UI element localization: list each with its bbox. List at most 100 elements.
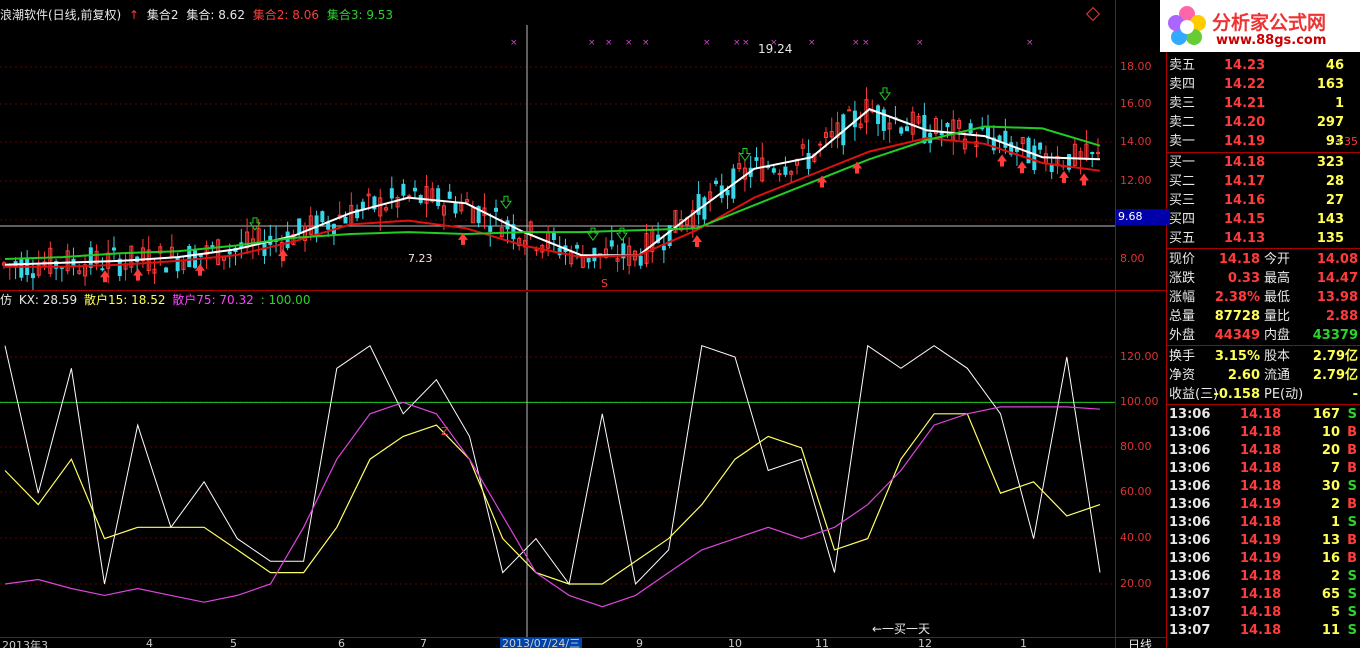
orderbook-row[interactable]: 买三 14.16 27	[1168, 191, 1360, 210]
stat-row: 涨跌 0.33 最高 14.47	[1168, 269, 1360, 288]
tick-row[interactable]: 13:06 14.19 16 B	[1168, 550, 1360, 568]
orderbook-row[interactable]: 卖四 14.22 163	[1168, 75, 1360, 94]
stat-label: 收益(三)	[1169, 387, 1219, 402]
stat-value: 2.38%	[1214, 290, 1260, 305]
tick-price: 14.18	[1240, 515, 1282, 530]
stat-row: 收益(三) -0.158 PE(动) -	[1168, 385, 1360, 404]
price-tick-label: 12.00	[1120, 174, 1152, 187]
indicator-tick-label: 100.00	[1120, 395, 1159, 408]
tick-direction: S	[1347, 407, 1357, 422]
stat-label: 外盘	[1169, 328, 1196, 343]
tick-row[interactable]: 13:06 14.18 30 S	[1168, 478, 1360, 496]
candle-body	[754, 157, 759, 161]
tick-direction: S	[1347, 569, 1357, 584]
buy-arrow-icon	[1079, 173, 1089, 186]
stat-label: PE(动)	[1264, 387, 1304, 402]
tick-row[interactable]: 13:06 14.18 10 B	[1168, 424, 1360, 442]
tick-price: 14.18	[1240, 461, 1282, 476]
candle-body	[175, 256, 180, 272]
candle-body	[111, 247, 116, 251]
indicator-chart[interactable]	[0, 292, 1115, 637]
s15-line	[4, 413, 1101, 585]
sell-arrow-icon	[500, 195, 512, 210]
indicator-tick-label: 20.00	[1120, 577, 1152, 590]
indicator-tick-label: 80.00	[1120, 440, 1152, 453]
orderbook-row[interactable]: 卖一 14.19 93 +35	[1168, 132, 1360, 151]
tick-row[interactable]: 13:06 14.19 13 B	[1168, 532, 1360, 550]
candle-body	[551, 232, 556, 241]
orderbook-row[interactable]: 卖五 14.23 46	[1168, 56, 1360, 75]
stat-label: 净资	[1169, 368, 1196, 383]
tick-row[interactable]: 13:07 14.18 11 S	[1168, 622, 1360, 640]
orderbook-volume: 297	[1316, 115, 1344, 130]
bottom-hint: ←一买一天	[872, 622, 931, 636]
stats-mid-line	[1166, 345, 1360, 346]
orderbook-label: 买三	[1169, 193, 1196, 208]
kx-line	[4, 344, 1101, 586]
candle-body	[30, 273, 35, 279]
orderbook-bottom-line	[1166, 248, 1360, 249]
stat-value: 0.33	[1227, 271, 1260, 286]
period-label[interactable]: 日线	[1128, 636, 1152, 648]
signal-marker: ×	[588, 38, 596, 48]
orderbook-row[interactable]: 买二 14.17 28	[1168, 172, 1360, 191]
logo-brand: 分析家公式网	[1212, 12, 1327, 34]
orderbook-row[interactable]: 买五 14.13 135	[1168, 229, 1360, 248]
logo[interactable]: 分析家公式网 www.88gs.com	[1160, 0, 1360, 52]
orderbook-row[interactable]: 卖二 14.20 297	[1168, 113, 1360, 132]
orderbook-row[interactable]: 买一 14.18 323	[1168, 153, 1360, 172]
tick-row[interactable]: 13:06 14.19 2 B	[1168, 496, 1360, 514]
candle-body	[1032, 145, 1037, 171]
sell-arrow-icon	[879, 87, 891, 101]
date-tick-label: 7	[420, 637, 427, 648]
price-chart[interactable]: × × × × × × × × × × × × × ×	[0, 0, 1115, 290]
tick-row[interactable]: 13:07 14.18 5 S	[1168, 604, 1360, 622]
candle-body	[164, 267, 169, 273]
candle-body	[771, 168, 776, 173]
tick-time: 13:06	[1169, 425, 1211, 440]
stat-row: 换手 3.15% 股本 2.79亿	[1168, 347, 1360, 366]
signal-marker: ×	[852, 38, 860, 48]
tick-row[interactable]: 13:06 14.18 20 B	[1168, 442, 1360, 460]
candle-body	[876, 105, 881, 124]
candle-body	[407, 195, 412, 198]
tick-volume: 30	[1321, 479, 1340, 494]
tick-row[interactable]: 13:07 14.18 65 S	[1168, 586, 1360, 604]
orderbook-volume: 1	[1334, 96, 1344, 111]
orderbook-volume: 27	[1325, 193, 1344, 208]
tick-row[interactable]: 13:06 14.18 7 B	[1168, 460, 1360, 478]
tick-volume: 20	[1321, 443, 1340, 458]
candle-body	[285, 231, 290, 249]
stat-row: 现价 14.18 今开 14.08	[1168, 250, 1360, 269]
buy-arrow-icon	[133, 268, 143, 281]
orderbook-label: 买一	[1169, 155, 1196, 170]
tick-row[interactable]: 13:06 14.18 2 S	[1168, 568, 1360, 586]
tick-row[interactable]: 13:06 14.18 167 S	[1168, 406, 1360, 424]
tick-time: 13:06	[1169, 461, 1211, 476]
tick-direction: S	[1347, 605, 1357, 620]
tick-direction: B	[1347, 461, 1357, 476]
tick-row[interactable]: 13:06 14.18 1 S	[1168, 514, 1360, 532]
tick-time: 13:07	[1169, 623, 1211, 638]
stat-label: 今开	[1264, 252, 1291, 267]
tick-direction: B	[1347, 551, 1357, 566]
signal-marker: ×	[642, 38, 650, 48]
date-tick-label: 12	[918, 637, 932, 648]
logo-site: www.88gs.com	[1216, 33, 1327, 48]
orderbook-price: 14.20	[1224, 115, 1266, 130]
candle-body	[447, 191, 452, 199]
signal-marker: ×	[703, 38, 711, 48]
orderbook-row[interactable]: 买四 14.15 143	[1168, 210, 1360, 229]
buy-arrow-icon	[692, 234, 702, 247]
orderbook-price: 14.18	[1224, 155, 1266, 170]
candle-body	[389, 188, 394, 199]
stat-value: 2.79亿	[1312, 368, 1358, 383]
signal-marker: ×	[1026, 38, 1034, 48]
buy-arrow-icon	[997, 154, 1007, 167]
chart-right-border	[1115, 0, 1116, 648]
orderbook-row[interactable]: 卖三 14.21 1	[1168, 94, 1360, 113]
tick-price: 14.18	[1240, 605, 1282, 620]
tick-volume: 2	[1330, 497, 1340, 512]
signal-marker: ×	[862, 38, 870, 48]
candle-body	[806, 152, 811, 169]
